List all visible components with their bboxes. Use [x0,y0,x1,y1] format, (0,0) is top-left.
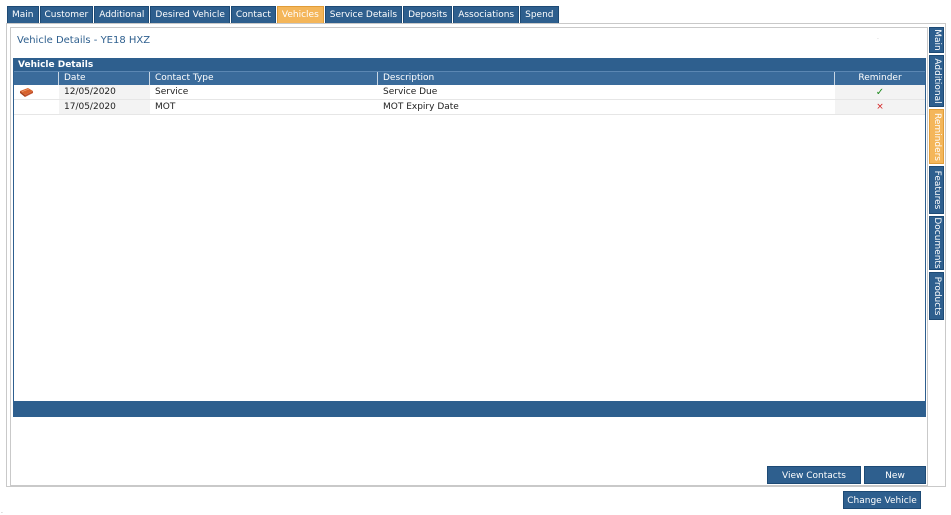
reminder-cell: × [835,100,925,114]
view-contacts-button[interactable]: View Contacts [767,466,861,484]
tab-service-details[interactable]: Service Details [324,6,403,23]
side-tab-label: Features [931,170,942,210]
column-header-date[interactable]: Date [59,72,150,85]
side-tab-features[interactable]: Features [929,166,944,214]
side-tab-reminders[interactable]: Reminders [929,109,944,164]
tab-vehicles[interactable]: Vehicles [276,6,324,23]
top-tab-bar: Main Customer Additional Desired Vehicle… [7,6,560,23]
side-tab-main[interactable]: Main [929,27,944,53]
side-tab-label: Documents [931,217,942,269]
corner-dot: . [1,508,3,515]
tab-associations[interactable]: Associations [453,6,520,23]
column-header-reminder[interactable]: Reminder [835,72,925,85]
side-tab-additional[interactable]: Additional [929,55,944,107]
contact-type-cell: Service [155,87,189,97]
side-tab-products[interactable]: Products [929,272,944,320]
row-icon-cell [14,85,59,99]
grid-header: Date Contact Type Description Reminder [14,71,925,85]
date-cell: 12/05/2020 [59,85,150,99]
table-row[interactable]: 17/05/2020 MOT MOT Expiry Date × [14,100,925,115]
change-vehicle-button[interactable]: Change Vehicle [843,491,921,509]
tab-deposits[interactable]: Deposits [403,6,453,23]
side-tab-documents[interactable]: Documents [929,216,944,270]
column-header-icon[interactable] [14,72,59,85]
tab-contact[interactable]: Contact [230,6,276,23]
vehicle-details-grid: Vehicle Details Date Contact Type Descri… [13,58,926,417]
new-button[interactable]: New [864,466,926,484]
side-tab-label: Reminders [931,112,942,161]
grid-footer-bar [14,401,925,416]
description-cell: Service Due [383,87,438,97]
tab-additional[interactable]: Additional [94,6,150,23]
table-row[interactable]: 12/05/2020 Service Service Due ✓ [14,85,925,100]
tab-customer[interactable]: Customer [39,6,94,23]
column-header-description[interactable]: Description [378,72,835,85]
reminder-cell: ✓ [835,85,925,99]
tab-spend[interactable]: Spend [520,6,559,23]
date-cell: 17/05/2020 [59,100,150,114]
side-tab-label: Additional [931,58,942,104]
check-icon: ✓ [875,87,885,98]
tab-desired-vehicle[interactable]: Desired Vehicle [150,6,230,23]
grid-title: Vehicle Details [14,59,925,71]
book-icon [20,88,33,97]
row-icon-cell [14,100,59,114]
corner-mark: · [877,36,879,43]
side-tab-label: Main [931,29,942,51]
tab-main[interactable]: Main [7,6,39,23]
description-cell: MOT Expiry Date [383,102,459,112]
cross-icon: × [876,102,884,112]
contact-type-cell: MOT [155,102,176,112]
page-title: Vehicle Details - YE18 HXZ [17,35,151,46]
side-tab-label: Products [931,276,942,316]
column-header-contact-type[interactable]: Contact Type [150,72,378,85]
